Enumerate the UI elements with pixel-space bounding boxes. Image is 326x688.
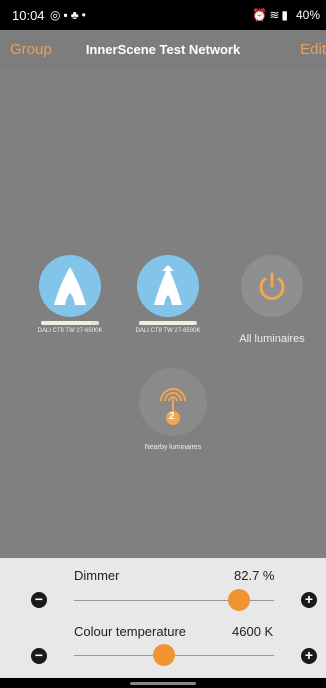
- luminaire-tile-1[interactable]: DALI CT8 TW 27-6500K: [32, 255, 108, 334]
- dimmer-decrease-button[interactable]: −: [31, 592, 47, 608]
- brightness-fill: [139, 321, 194, 325]
- nearby-luminaires-label: Nearby luminaires: [144, 444, 202, 451]
- luminaire-label: DALI CT8 TW 27-6500K: [135, 328, 201, 334]
- colour-temperature-value: 4600 K: [232, 624, 274, 639]
- dimmer-increase-button[interactable]: +: [301, 592, 317, 608]
- luminaire-label: DALI CT8 TW 27-6500K: [37, 328, 103, 334]
- nearby-luminaires-tile[interactable]: 2 Nearby luminaires: [135, 368, 211, 451]
- colour-temperature-label: Colour temperature: [74, 624, 186, 639]
- dimmer-slider-thumb[interactable]: [228, 589, 250, 611]
- whatsapp-icon: ◎: [50, 8, 64, 22]
- status-time: 10:04: [12, 8, 45, 23]
- colour-temperature-increase-button[interactable]: +: [301, 648, 317, 664]
- nearby-count-badge: 2: [169, 411, 175, 422]
- notification-icon: ▪: [63, 8, 71, 22]
- colour-temperature-decrease-button[interactable]: −: [31, 648, 47, 664]
- all-luminaires-circle[interactable]: [241, 255, 303, 317]
- app-header: Group InnerScene Test Network Edit: [0, 30, 326, 68]
- home-gesture-handle[interactable]: [130, 682, 196, 685]
- battery-percent: 40%: [295, 8, 320, 22]
- nearby-luminaires-circle[interactable]: 2: [139, 368, 207, 436]
- alarm-icon: ⏰: [252, 8, 270, 22]
- dimmer-value: 82.7 %: [234, 568, 275, 583]
- system-icons: ⏰≋▮: [252, 8, 290, 22]
- luminaire-icon-circle[interactable]: [137, 255, 199, 317]
- all-luminaires-tile[interactable]: All luminaires: [234, 255, 310, 345]
- signal-icon: ▮: [281, 8, 290, 22]
- colour-temperature-slider-thumb[interactable]: [153, 644, 175, 666]
- nearby-antenna-icon: [160, 388, 186, 425]
- brightness-fill: [41, 321, 90, 325]
- edit-button[interactable]: Edit: [300, 41, 326, 58]
- app-icon: ♣: [70, 8, 82, 22]
- luminaire-arrow-icon: [154, 265, 182, 305]
- power-icon: [259, 272, 285, 300]
- luminaire-a-icon: [54, 267, 86, 305]
- brightness-bar: [41, 321, 99, 325]
- wifi-icon: ≋: [269, 8, 282, 22]
- luminaire-icon-circle[interactable]: [39, 255, 101, 317]
- dimmer-label: Dimmer: [74, 568, 120, 583]
- notification-icons: ◎▪♣•: [50, 8, 89, 22]
- control-panel: Dimmer 82.7 % − + Colour temperature 460…: [0, 558, 326, 678]
- network-title: InnerScene Test Network: [85, 42, 241, 57]
- dot-icon: •: [81, 8, 89, 22]
- luminaire-tile-2[interactable]: DALI CT8 TW 27-6500K: [130, 255, 206, 334]
- app-screen: 10:04 ◎▪♣• ⏰≋▮ 40% Group InnerScene Test…: [0, 0, 326, 688]
- brightness-bar: [139, 321, 197, 325]
- status-bar: 10:04 ◎▪♣• ⏰≋▮ 40%: [0, 0, 326, 30]
- all-luminaires-label: All luminaires: [239, 333, 305, 345]
- navigation-bar: [0, 678, 326, 688]
